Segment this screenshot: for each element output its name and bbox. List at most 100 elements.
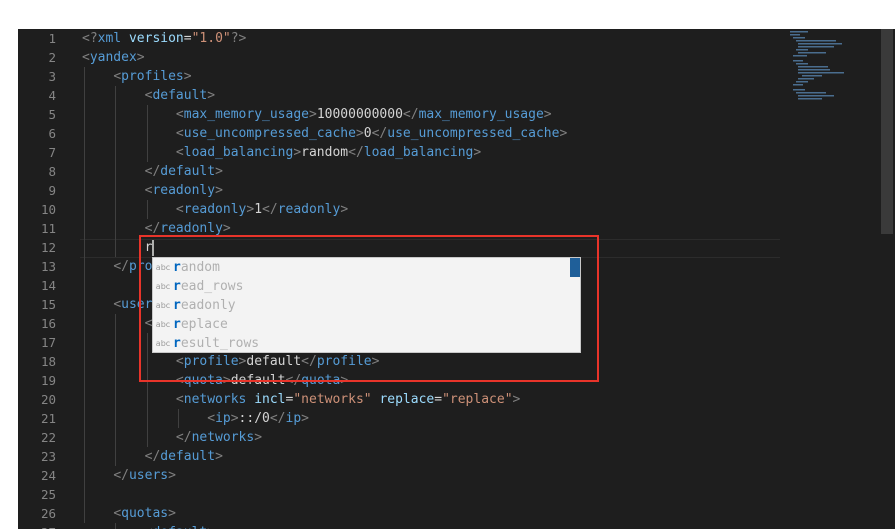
code-token: replace	[379, 392, 435, 407]
code-line[interactable]: </default>	[82, 162, 223, 181]
code-token: incl	[254, 392, 286, 407]
line-number: 1	[48, 31, 56, 46]
code-token: >	[473, 145, 482, 160]
code-token: </	[371, 126, 388, 141]
code-token: readonly	[152, 183, 216, 198]
code-line[interactable]: <default>	[82, 523, 215, 529]
line-number: 26	[40, 506, 56, 521]
code-token: >	[308, 107, 317, 122]
code-token: </	[269, 411, 286, 426]
code-line[interactable]: <load_balancing>random</load_balancing>	[82, 143, 481, 162]
code-token: default	[160, 164, 216, 179]
line-number-gutter: 1 2 3 4 5 6 7 8 9 10 11 12 13 14 15 16 17 18 19 20 21 22 23 24 2…	[18, 29, 70, 529]
code-line[interactable]: <max_memory_usage>10000000000</max_memor…	[82, 105, 552, 124]
code-token: readonly	[183, 202, 247, 217]
code-token: use_uncompressed_cache	[183, 126, 356, 141]
code-line[interactable]: <use_uncompressed_cache>0</use_uncompres…	[82, 124, 567, 143]
code-token: <?	[82, 31, 98, 46]
line-number: 6	[48, 126, 56, 141]
minimap[interactable]	[788, 29, 878, 109]
code-token: >	[340, 202, 349, 217]
code-token: </	[144, 164, 161, 179]
code-token: >	[207, 525, 215, 529]
line-number: 21	[40, 411, 56, 426]
code-token: random	[301, 145, 349, 160]
line-number: 7	[48, 145, 56, 160]
code-token: "replace"	[442, 392, 513, 407]
line-number: 13	[40, 259, 56, 274]
line-number: 23	[40, 449, 56, 464]
code-line[interactable]: <default>	[82, 86, 215, 105]
code-token: ip	[215, 411, 231, 426]
code-line[interactable]: </networks>	[82, 428, 262, 447]
code-token: load_balancing	[363, 145, 474, 160]
code-token: ?>	[230, 31, 247, 46]
code-token: max_memory_usage	[183, 107, 309, 122]
indent-guide	[115, 86, 117, 257]
code-token: <	[175, 202, 184, 217]
code-token: <	[175, 126, 184, 141]
line-number: 19	[40, 373, 56, 388]
code-token: default	[152, 525, 207, 529]
line-number: 15	[40, 297, 56, 312]
code-token: >	[512, 392, 521, 407]
code-line[interactable]: <?xml version="1.0"?>	[82, 29, 246, 48]
code-token: >	[293, 145, 302, 160]
code-token: default	[160, 449, 216, 464]
code-line[interactable]: <readonly>	[82, 181, 223, 200]
code-line[interactable]: <quotas>	[82, 504, 176, 523]
code-token: </	[144, 221, 161, 236]
code-token: >	[168, 468, 176, 483]
code-token: yandex	[89, 50, 137, 65]
code-token: 0	[363, 126, 372, 141]
code-token: >	[355, 126, 364, 141]
line-number: 4	[48, 88, 56, 103]
indent-guide	[146, 200, 148, 219]
code-token: readonly	[277, 202, 341, 217]
code-token: load_balancing	[183, 145, 294, 160]
code-line[interactable]: <profiles>	[82, 67, 192, 86]
code-token: "1.0"	[191, 31, 231, 46]
code-token: >	[215, 164, 223, 179]
code-token: <	[175, 107, 184, 122]
code-token: >	[222, 221, 231, 236]
code-token: 1	[254, 202, 263, 217]
line-number: 20	[40, 392, 56, 407]
code-line[interactable]: <readonly>1</readonly>	[82, 200, 348, 219]
code-token: 10000000000	[316, 107, 403, 122]
code-token: >	[207, 88, 216, 103]
code-line[interactable]: <networks incl="networks" replace="repla…	[82, 390, 520, 409]
code-line[interactable]: </users>	[82, 466, 176, 485]
code-token: max_memory_usage	[418, 107, 544, 122]
vertical-scrollbar[interactable]	[881, 29, 893, 234]
line-number: 5	[48, 107, 56, 122]
code-token: =	[434, 392, 443, 407]
code-token: "networks"	[293, 392, 372, 407]
indent-guide	[177, 409, 179, 428]
code-token: >	[183, 69, 192, 84]
code-token: version	[128, 31, 184, 46]
line-number: 2	[48, 50, 56, 65]
code-token: xml	[97, 31, 122, 46]
code-line[interactable]: </default>	[82, 447, 223, 466]
line-number: 12	[40, 240, 56, 255]
code-token: <	[82, 50, 90, 65]
code-token: use_uncompressed_cache	[387, 126, 560, 141]
indent-guide	[115, 523, 117, 529]
code-token: >	[301, 411, 309, 426]
code-line[interactable]: <yandex>	[82, 48, 145, 67]
line-number: 14	[40, 278, 56, 293]
line-number: 16	[40, 316, 56, 331]
